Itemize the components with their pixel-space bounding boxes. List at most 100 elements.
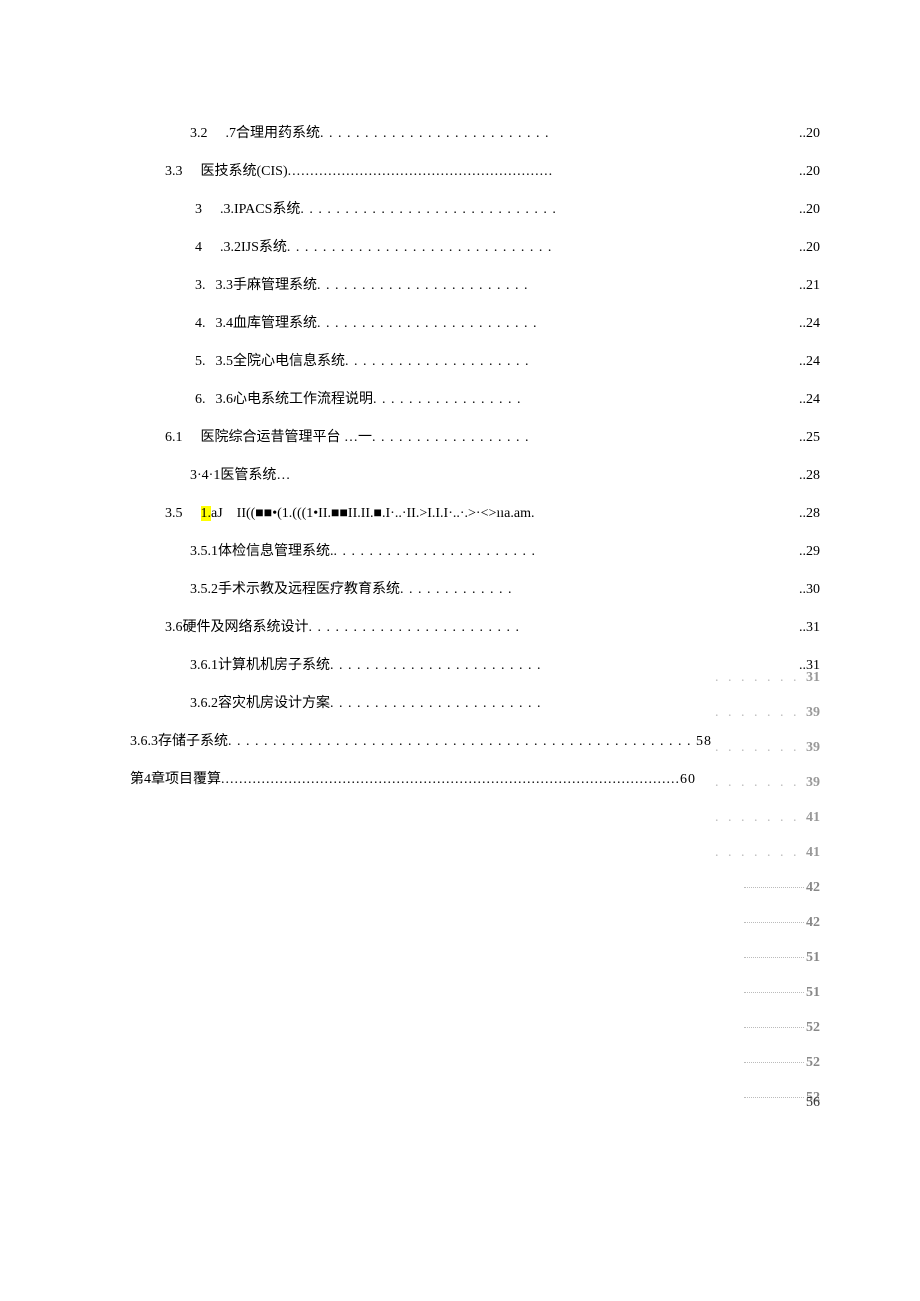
- toc-title: 3·4·1医管系统…: [190, 457, 290, 495]
- right-page-number: 51: [806, 950, 820, 965]
- right-page-number: 31: [806, 670, 820, 685]
- right-page-number: 42: [806, 880, 820, 895]
- toc-leader-dots: ........................................…: [221, 761, 696, 799]
- toc-title: 3.5.2手术示教及远程医疗教育系统: [190, 571, 400, 609]
- toc-prefix: 6.1: [165, 419, 183, 457]
- toc-prefix: 6.: [195, 381, 206, 419]
- toc-leader-dots: . . . . . . . . . . . . . . . . . . . . …: [300, 191, 557, 229]
- toc-title: 3.6.2容灾机房设计方案: [190, 685, 330, 723]
- toc-leader-dots: . . . . . . . . . . . . . . . . . . . . …: [287, 229, 553, 267]
- toc-leader-dots: . . . . . . . . . . . . . . . . . . . . …: [330, 647, 542, 685]
- leader-line-icon: [744, 957, 804, 958]
- right-page-number: 39: [806, 740, 820, 755]
- leader-line-icon: [744, 1097, 804, 1098]
- toc-title: 3.4血库管理系统: [216, 305, 318, 343]
- toc-title: 3.6.1计算机机房子系统: [190, 647, 330, 685]
- right-page-number: 52: [806, 1020, 820, 1035]
- toc-line: 3.5.1体检信息管理系统. . . . . . . . . . . . . .…: [130, 533, 820, 571]
- toc-title: 3.3手麻管理系统: [216, 267, 318, 305]
- right-page-item: . . . . . . . 41: [715, 800, 820, 835]
- toc-title: aJ II((■■•(1.(((1•II.■■II.II.■.I·..·II.>…: [211, 495, 534, 533]
- right-page-item: 51: [715, 975, 820, 1010]
- leader-dots-icon: . . . . . . .: [715, 740, 806, 755]
- leader-dots-icon: . . . . . . .: [715, 670, 806, 685]
- right-page-item: 52: [715, 1010, 820, 1045]
- toc-title: 3.5.1体检信息管理系统.: [190, 533, 334, 571]
- right-page-number: 51: [806, 985, 820, 1000]
- toc-prefix: 3.2: [190, 115, 208, 153]
- toc-page-number: ..29: [799, 533, 820, 571]
- toc-title: 3.6.3存储子系统: [130, 723, 228, 761]
- toc-page-number: ..20: [799, 115, 820, 153]
- toc-leader-dots: . . . . . . . . . . . . . . . . . .: [372, 419, 530, 457]
- right-page-column: . . . . . . . 31. . . . . . . 39. . . . …: [715, 660, 820, 1115]
- toc-title: .3.2IJS系统: [220, 229, 287, 267]
- toc-page-number: ..21: [799, 267, 820, 305]
- right-page-number: 42: [806, 915, 820, 930]
- toc-leader-dots: . . . . . . . . . . . . . . . . . . . . …: [320, 115, 550, 153]
- toc-page-number: ..30: [799, 571, 820, 609]
- toc-leader-dots: . . . . . . . . . . . . . . . . . . . . …: [309, 609, 521, 647]
- toc-page-number: ..20: [799, 153, 820, 191]
- toc-page-number: ..20: [799, 191, 820, 229]
- right-page-item: 51: [715, 940, 820, 975]
- toc-title: 医技系统(CIS): [201, 153, 288, 191]
- toc-line: 4.3.4血库管理系统 . . . . . . . . . . . . . . …: [130, 305, 820, 343]
- leader-dots-icon: . . . . . . .: [715, 845, 806, 860]
- leader-line-icon: [744, 1027, 804, 1028]
- right-page-item: 42: [715, 870, 820, 905]
- toc-title: 医院综合运昔管理平台 …一: [201, 419, 373, 457]
- toc-leader-dots: . . . . . . . . . . . . . . . . . . . . …: [317, 305, 538, 343]
- toc-prefix: 3.: [195, 267, 206, 305]
- toc-leader-dots: . . . . . . . . . . . . . . . . . . . . …: [317, 267, 529, 305]
- toc-title: 3.6硬件及网络系统设计: [165, 609, 309, 647]
- toc-prefix: 3.5: [165, 495, 183, 533]
- toc-line: 5. 3.5全院心电信息系统 . . . . . . . . . . . . . …: [130, 343, 820, 381]
- right-page-item: . . . . . . . 39: [715, 695, 820, 730]
- right-page-number: 41: [806, 810, 820, 825]
- right-page-item: 52: [715, 1080, 820, 1115]
- leader-line-icon: [744, 1062, 804, 1063]
- toc-title: 第4章项目覆算: [130, 761, 221, 799]
- toc-page-number: ..24: [799, 305, 820, 343]
- right-page-number: 52: [806, 1055, 820, 1070]
- toc-title: .7合理用药系统: [226, 115, 321, 153]
- toc-line: 3·4·1医管系统…..28: [130, 457, 820, 495]
- toc-leader-dots: . . . . . . . . . . . . . . . . . . . . …: [334, 533, 537, 571]
- toc-line: 3.3 医技系统(CIS)............................…: [130, 153, 820, 191]
- toc-leader-dots: . . . . . . . . . . . . . . . . .: [373, 381, 522, 419]
- toc-leader-dots: . . . . . . . . . . . . . . . . . . . . …: [345, 343, 530, 381]
- right-page-number: 39: [806, 775, 820, 790]
- toc-line: 4 .3.2IJS系统 . . . . . . . . . . . . . . .…: [130, 229, 820, 267]
- leader-dots-icon: . . . . . . .: [715, 705, 806, 720]
- toc-line: 3.5 1.aJ II((■■•(1.(((1•II.■■II.II.■.I·..…: [130, 495, 820, 533]
- toc-page-number: ..24: [799, 343, 820, 381]
- leader-dots-icon: . . . . . . .: [715, 775, 806, 790]
- right-page-item: . . . . . . . 39: [715, 730, 820, 765]
- toc-title: 3.5全院心电信息系统: [216, 343, 346, 381]
- toc-prefix: 3.3: [165, 153, 183, 191]
- toc-line: 3.2 .7合理用药系统. . . . . . . . . . . . . . .…: [130, 115, 820, 153]
- toc-title: .3.IPACS系统: [220, 191, 300, 229]
- toc-title: 3.6心电系统工作流程说明: [216, 381, 374, 419]
- toc-leader-dots: . . . . . . . . . . . . .: [400, 571, 513, 609]
- toc-page-number: ..25: [799, 419, 820, 457]
- toc-page-number: ..28: [799, 495, 820, 533]
- toc-prefix: 4: [195, 229, 202, 267]
- toc-line: 3.5.2手术示教及远程医疗教育系统 . . . . . . . . . . .…: [130, 571, 820, 609]
- toc-page-number: ..31: [799, 609, 820, 647]
- toc-prefix: 3: [195, 191, 202, 229]
- footer-page-number: 56: [806, 1095, 820, 1111]
- toc-highlight: 1.: [201, 506, 212, 521]
- toc-line: 3.6硬件及网络系统设计 . . . . . . . . . . . . . .…: [130, 609, 820, 647]
- toc-leader-dots: ........................................…: [288, 153, 554, 191]
- toc-line: 6. 3.6心电系统工作流程说明 . . . . . . . . . . . . …: [130, 381, 820, 419]
- leader-dots-icon: . . . . . . .: [715, 810, 806, 825]
- right-page-item: . . . . . . . 31: [715, 660, 820, 695]
- right-page-number: 41: [806, 845, 820, 860]
- leader-line-icon: [744, 887, 804, 888]
- right-page-item: 42: [715, 905, 820, 940]
- toc-page-number: ..20: [799, 229, 820, 267]
- leader-line-icon: [744, 922, 804, 923]
- toc-prefix: 5.: [195, 343, 206, 381]
